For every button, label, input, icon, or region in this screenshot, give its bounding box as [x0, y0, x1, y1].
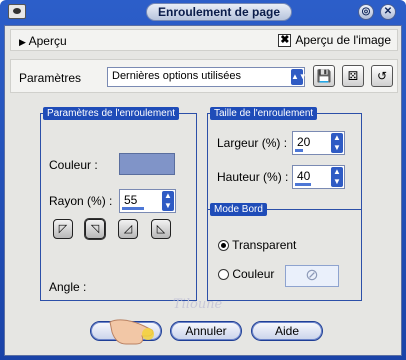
- presets-label: Paramètres: [19, 71, 82, 85]
- taille-group: Taille de l'enroulement Largeur (%) : 20…: [207, 107, 362, 216]
- taille-header: Taille de l'enroulement: [210, 107, 318, 120]
- couleur-label: Couleur :: [49, 158, 98, 172]
- presets-row: Paramètres Dernières options utilisées ▲…: [10, 59, 398, 93]
- presets-value: Dernières options utilisées: [112, 70, 242, 82]
- apercu-bar: ▶ Aperçu ✖ Aperçu de l'image: [10, 29, 398, 51]
- mode-bord-group: Mode Bord Transparent Couleur ⊘: [207, 203, 362, 301]
- apercu-image-option[interactable]: ✖ Aperçu de l'image: [278, 33, 391, 47]
- apercu-image-checkbox[interactable]: ✖: [278, 33, 292, 47]
- angle-label: Angle :: [49, 280, 87, 294]
- annuler-button[interactable]: Annuler: [170, 321, 242, 341]
- largeur-value[interactable]: 20: [297, 135, 310, 149]
- angle-bottom-right-button[interactable]: ◿: [118, 219, 138, 239]
- spinner-arrows-icon[interactable]: ▲ ▼: [162, 191, 174, 211]
- border-color-box[interactable]: ⊘: [285, 265, 339, 287]
- no-color-icon: ⊘: [305, 267, 319, 284]
- rayon-label: Rayon (%) :: [49, 194, 113, 208]
- apercu-label: Aperçu: [28, 34, 67, 48]
- couleur-swatch[interactable]: [119, 153, 175, 175]
- mode-bord-header: Mode Bord: [210, 203, 267, 216]
- hauteur-spinner[interactable]: 40 ▲ ▼: [292, 165, 345, 189]
- randomize-button[interactable]: ⚄: [342, 65, 364, 87]
- transparent-option[interactable]: Transparent: [218, 238, 296, 252]
- transparent-radio[interactable]: [218, 240, 229, 252]
- hauteur-value[interactable]: 40: [297, 169, 310, 183]
- couleur-mode-label: Couleur: [232, 267, 275, 281]
- apercu-toggle[interactable]: ▶ Aperçu: [19, 34, 67, 48]
- largeur-spinner[interactable]: 20 ▲ ▼: [292, 131, 345, 155]
- presets-dropdown[interactable]: Dernières options utilisées ▲▼: [107, 67, 307, 87]
- enroulement-header: Paramètres de l'enroulement: [43, 107, 180, 120]
- reset-button[interactable]: ↺: [371, 65, 393, 87]
- angle-top-left-button[interactable]: ◸: [53, 219, 73, 239]
- dropdown-arrow-icon[interactable]: ▲▼: [291, 69, 307, 85]
- corner-bottom-right-icon: ◿: [123, 223, 133, 235]
- window-title: Enroulement de page: [146, 3, 292, 21]
- expand-arrow-icon: ▶: [19, 37, 26, 47]
- minimize-button[interactable]: ◎: [358, 4, 374, 20]
- ok-button[interactable]: OK: [90, 321, 162, 341]
- save-preset-button[interactable]: 💾: [313, 65, 335, 87]
- rayon-slider[interactable]: [122, 207, 144, 210]
- aide-button[interactable]: Aide: [251, 321, 323, 341]
- reset-icon: ↺: [376, 69, 388, 83]
- corner-top-right-icon: ◹: [90, 223, 100, 235]
- camera-icon: [8, 4, 26, 19]
- largeur-slider[interactable]: [295, 149, 303, 152]
- rayon-spinner[interactable]: 55 ▲ ▼: [119, 189, 176, 213]
- watermark: Tiloune: [173, 297, 223, 312]
- dialog-client: ▶ Aperçu ✖ Aperçu de l'image Paramètres …: [4, 25, 402, 356]
- rayon-value[interactable]: 55: [124, 193, 137, 207]
- apercu-image-label: Aperçu de l'image: [295, 33, 391, 47]
- corner-top-left-icon: ◸: [58, 223, 68, 235]
- spinner-arrows-icon[interactable]: ▲ ▼: [331, 167, 343, 187]
- dialog-window: Enroulement de page ◎ ✕ ▶ Aperçu ✖ Aperç…: [0, 0, 406, 360]
- angle-bottom-left-button[interactable]: ◺: [151, 219, 171, 239]
- couleur-option[interactable]: Couleur: [218, 267, 274, 281]
- title-bar[interactable]: Enroulement de page ◎ ✕: [0, 0, 406, 24]
- spinner-arrows-icon[interactable]: ▲ ▼: [331, 133, 343, 153]
- close-button[interactable]: ✕: [380, 4, 396, 20]
- corner-bottom-left-icon: ◺: [156, 223, 166, 235]
- dice-icon: ⚄: [347, 69, 359, 83]
- angle-top-right-button[interactable]: ◹: [85, 219, 105, 239]
- enroulement-group: Paramètres de l'enroulement Couleur : Ra…: [40, 107, 197, 301]
- hauteur-slider[interactable]: [295, 183, 311, 186]
- transparent-label: Transparent: [232, 238, 297, 252]
- couleur-radio[interactable]: [218, 269, 229, 281]
- hauteur-label: Hauteur (%) :: [217, 170, 289, 184]
- largeur-label: Largeur (%) :: [217, 136, 288, 150]
- save-icon: 💾: [316, 69, 332, 83]
